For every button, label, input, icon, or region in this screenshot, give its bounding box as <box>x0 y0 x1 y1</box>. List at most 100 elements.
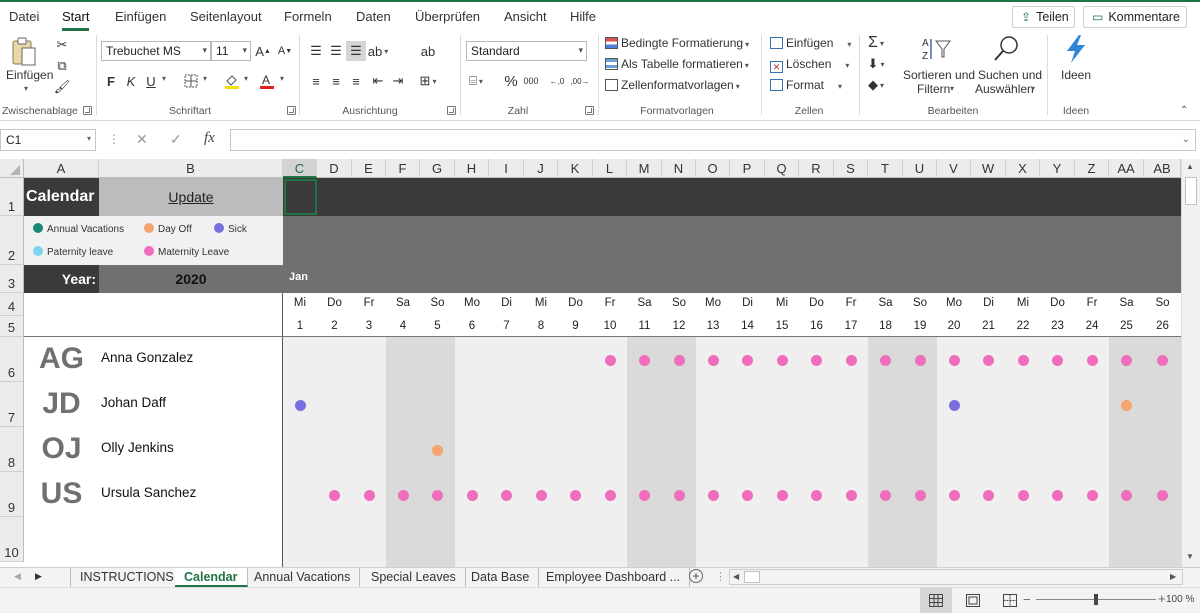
employee-name[interactable]: Johan Daff <box>101 395 166 410</box>
font-color-icon[interactable]: A <box>257 71 277 91</box>
column-header-g[interactable]: G <box>420 159 455 178</box>
number-launcher-icon[interactable] <box>585 106 594 115</box>
leave-marker[interactable] <box>811 490 822 501</box>
sheet-tab-calendar[interactable]: Calendar <box>175 568 248 587</box>
row-header-4[interactable]: 4 <box>0 293 24 316</box>
row-header-3[interactable]: 3 <box>0 265 24 293</box>
sheet-tab-special-leaves[interactable]: Special Leaves <box>362 568 466 587</box>
leave-marker[interactable] <box>432 445 443 456</box>
leave-marker[interactable] <box>1017 490 1029 501</box>
employee-name[interactable]: Ursula Sanchez <box>101 485 196 500</box>
bold-button[interactable]: F <box>101 71 121 91</box>
employee-name[interactable]: Anna Gonzalez <box>101 350 193 365</box>
accounting-icon[interactable]: ⌸ ▾ <box>466 71 486 91</box>
chevron-down-icon[interactable]: ▾ <box>244 74 248 83</box>
zoom-in-icon[interactable]: + <box>1158 591 1166 606</box>
leave-marker[interactable] <box>948 355 960 366</box>
column-header-y[interactable]: Y <box>1040 159 1075 178</box>
column-header-b[interactable]: B <box>99 159 283 178</box>
leave-marker[interactable] <box>363 490 375 501</box>
shrink-font-icon[interactable]: A ▼ <box>275 41 295 61</box>
column-header-ab[interactable]: AB <box>1144 159 1181 178</box>
menu-item-seitenlayout[interactable]: Seitenlayout <box>190 9 262 24</box>
menu-item-überprüfen[interactable]: Überprüfen <box>415 9 480 24</box>
align-bottom-icon[interactable]: ☰ <box>346 41 366 61</box>
row-header-8[interactable]: 8 <box>0 427 24 472</box>
clipboard-launcher-icon[interactable] <box>83 106 92 115</box>
borders-icon[interactable] <box>181 71 201 91</box>
add-sheet-icon[interactable]: + <box>689 569 703 583</box>
column-header-f[interactable]: F <box>386 159 420 178</box>
menu-item-daten[interactable]: Daten <box>356 9 391 24</box>
name-box[interactable]: C1 ▾ <box>0 129 96 151</box>
leave-marker[interactable] <box>880 490 891 501</box>
ideas-label[interactable]: Ideen <box>1061 68 1091 82</box>
percent-icon[interactable]: % <box>501 71 521 91</box>
chevron-down-icon[interactable]: ▾ <box>280 74 284 83</box>
column-header-e[interactable]: E <box>352 159 386 178</box>
align-center-icon[interactable]: ≡ <box>326 71 346 91</box>
zoom-level[interactable]: 100 % <box>1166 594 1194 605</box>
number-format-combo[interactable]: Standard ▾ <box>466 41 587 61</box>
leave-marker[interactable] <box>1017 355 1029 366</box>
row-header-10[interactable]: 10 <box>0 517 24 562</box>
scroll-up-icon[interactable]: ▲ <box>1186 162 1194 171</box>
chevron-down-icon[interactable]: ▾ <box>950 84 954 93</box>
decrease-indent-icon[interactable]: ⇤ <box>368 71 388 91</box>
leave-marker[interactable] <box>329 490 340 501</box>
column-header-q[interactable]: Q <box>765 159 799 178</box>
leave-marker[interactable] <box>948 400 960 411</box>
column-header-n[interactable]: N <box>662 159 696 178</box>
sheet-tab-data-base[interactable]: Data Base <box>462 568 540 587</box>
row-header-6[interactable]: 6 <box>0 337 24 382</box>
zoom-out-icon[interactable]: − <box>1023 592 1031 607</box>
update-button[interactable]: Update <box>99 178 283 216</box>
column-header-r[interactable]: R <box>799 159 834 178</box>
row-header-7[interactable]: 7 <box>0 382 24 427</box>
leave-marker[interactable] <box>604 490 616 501</box>
leave-marker[interactable] <box>535 490 547 501</box>
chevron-down-icon[interactable]: ▾ <box>203 74 207 83</box>
ideas-icon[interactable] <box>1063 34 1089 67</box>
column-header-u[interactable]: U <box>903 159 937 178</box>
column-header-k[interactable]: K <box>558 159 593 178</box>
insert-cells-button[interactable]: Einfügen ▾ <box>770 36 851 50</box>
decrease-decimal-icon[interactable]: ,00→ <box>570 71 590 91</box>
page-layout-view-button[interactable] <box>966 594 980 610</box>
insert-function-button[interactable]: fx <box>204 130 215 147</box>
leave-marker[interactable] <box>466 490 478 501</box>
leave-marker[interactable] <box>1086 490 1098 501</box>
align-middle-icon[interactable]: ☰ <box>326 41 346 61</box>
align-left-icon[interactable]: ≡ <box>306 71 326 91</box>
select-all-corner[interactable] <box>0 159 24 178</box>
orientation-icon[interactable]: ab ▾ <box>368 41 388 61</box>
leave-marker[interactable] <box>1121 355 1132 366</box>
leave-marker[interactable] <box>742 490 753 501</box>
selected-cell-c1[interactable] <box>284 179 317 215</box>
drag-handle-icon[interactable]: ⋮ <box>715 570 726 583</box>
leave-marker[interactable] <box>776 490 788 501</box>
clear-icon[interactable]: ◆ ▾ <box>866 75 886 95</box>
leave-marker[interactable] <box>948 490 960 501</box>
leave-marker[interactable] <box>570 490 581 501</box>
sort-filter-label-2[interactable]: Filtern <box>917 82 950 96</box>
leave-marker[interactable] <box>501 490 512 501</box>
leave-marker[interactable] <box>1086 355 1098 366</box>
scroll-thumb[interactable] <box>1185 177 1197 205</box>
format-painter-icon[interactable]: 🖌 <box>52 77 72 97</box>
zoom-thumb[interactable] <box>1094 594 1098 605</box>
menu-item-hilfe[interactable]: Hilfe <box>570 9 596 24</box>
menu-item-einfügen[interactable]: Einfügen <box>115 9 166 24</box>
cut-icon[interactable]: ✂ <box>52 35 72 55</box>
horizontal-scrollbar[interactable]: ◀ ▶ <box>729 569 1183 585</box>
row-header-9[interactable]: 9 <box>0 472 24 517</box>
merge-center-icon[interactable]: ⊞ ▾ <box>418 71 438 91</box>
comments-button[interactable]: ▭ Kommentare <box>1083 6 1187 28</box>
column-header-s[interactable]: S <box>834 159 868 178</box>
column-header-i[interactable]: I <box>489 159 524 178</box>
wrap-text-icon[interactable]: ab <box>418 41 438 61</box>
leave-marker[interactable] <box>432 490 443 501</box>
scroll-down-icon[interactable]: ▼ <box>1186 552 1194 561</box>
find-select-icon[interactable] <box>992 34 1022 67</box>
tab-scroll-left-icon[interactable]: ◀ <box>14 571 21 582</box>
